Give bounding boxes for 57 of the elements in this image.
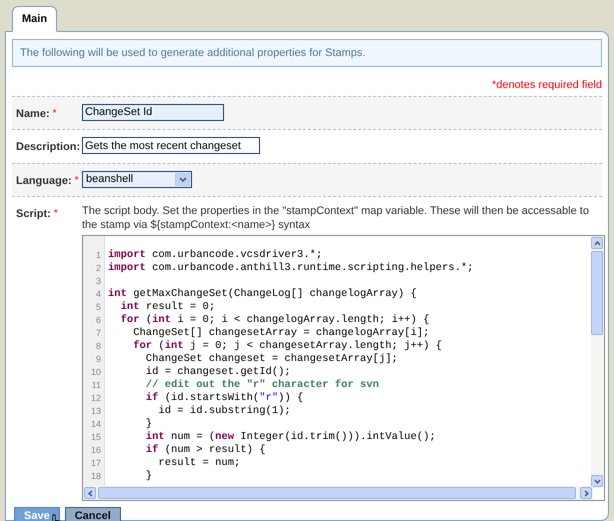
line-number: 17 [90,457,102,470]
code-line: } [144,470,152,483]
code-line: id = changeset.getId(); [144,366,291,379]
line-number: 5 [94,301,102,314]
tab[interactable]: Main [12,6,58,32]
required-mark: * [52,106,57,120]
field-label: Name: [16,106,50,122]
code-line: result = num; [157,457,240,470]
line-number: 10 [90,366,102,379]
line-number: 13 [90,405,102,418]
line-number: 6 [94,314,102,327]
code-line: ChangeSet[] changesetArray = changelogArray[i]; [132,327,430,340]
line-number: 2 [94,262,102,275]
code-line: // edit out the "r" character for svn [144,379,379,392]
code-line: int num = (new Integer(id.trim())).intValue(); [144,431,436,444]
code-line: int getMaxChangeSet(ChangeLog[] changelogArray) { [107,288,417,301]
line-number: 18 [90,470,102,483]
horizontal-scrollbar[interactable] [83,486,593,500]
scroll-up-icon[interactable] [594,240,600,246]
line-number: 12 [90,392,102,405]
info-message: The following will be used to generate additional properties for Stamps. [12,38,602,67]
help-text: The script body. Set the properties in the "stampContext" map variable. These will then be accessable to the stamp via ${stampContext:<name>} syntax [82,204,590,232]
line-number: 14 [90,418,102,431]
field-label: Description: [16,140,80,155]
line-number: 15 [90,431,102,444]
line-number: 7 [94,327,102,340]
line-number: 3 [94,275,102,288]
code-line: ChangeSet changeset = changesetArray[j]; [144,353,398,366]
line-number: 16 [90,444,102,457]
required-mark: * [74,174,79,188]
cancel-button[interactable]: Cancel [64,507,121,521]
line-number: 1 [94,249,102,262]
code-line: } [144,418,152,431]
code-editor[interactable] [82,235,605,501]
language-select[interactable]: beanshell [82,170,192,188]
line-number: 4 [94,288,102,301]
line-number: 9 [94,353,102,366]
scroll-right-icon[interactable] [584,490,588,496]
scroll-down-icon[interactable] [594,478,600,484]
scroll-left-icon[interactable] [88,490,92,496]
code-line: for (int i = 0; i < changelogArray.length; i++) { [120,314,430,327]
code-line: int result = 0; [120,301,216,314]
code-line: id = id.substring(1); [157,405,291,418]
text-field[interactable]: Gets the most recent changeset [82,137,260,154]
code-line: if (id.startsWith("r")) { [144,392,304,405]
line-number: 11 [90,379,102,392]
field-label: Script: [16,207,51,222]
vertical-scrollbar[interactable] [591,236,604,488]
required-note: *denotes required field [492,78,602,93]
code-line: for (int j = 0; j < changesetArray.length; j++) { [132,340,442,353]
code-line: import com.urbancode.anthill3.runtime.scripting.helpers.*; [107,262,474,275]
line-number: 8 [94,340,102,353]
text-field[interactable]: ChangeSet Id [82,104,224,120]
code-line: import com.urbancode.vcsdriver3.*; [107,249,322,262]
required-mark: * [54,207,58,221]
field-label: Language: [16,174,72,188]
code-line: if (num > result) { [144,444,266,457]
